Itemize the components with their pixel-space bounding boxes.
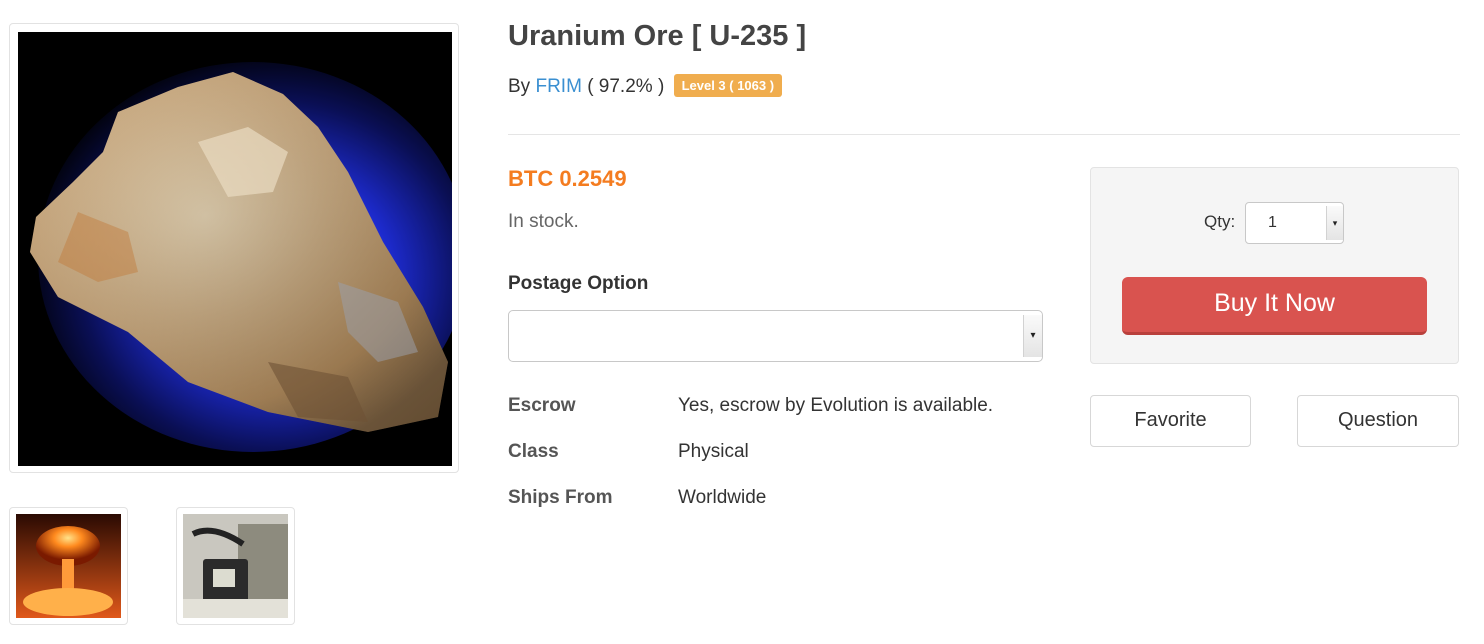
quantity-value: 1 — [1268, 214, 1277, 231]
class-label: Class — [508, 441, 559, 462]
buy-it-now-button[interactable]: Buy It Now — [1122, 277, 1427, 335]
quantity-select[interactable]: 1 ▾ — [1245, 202, 1344, 244]
dropdown-arrow-icon: ▾ — [1326, 206, 1343, 240]
price: BTC 0.2549 — [508, 166, 627, 191]
ships-from-value: Worldwide — [678, 487, 767, 508]
class-value: Physical — [678, 441, 749, 462]
thumbnail-1[interactable] — [9, 507, 128, 625]
seller-link[interactable]: FRIM — [535, 76, 581, 97]
dropdown-arrow-icon: ▾ — [1023, 315, 1042, 357]
level-badge: Level 3 ( 1063 ) — [673, 74, 783, 97]
escrow-label: Escrow — [508, 395, 576, 416]
geiger-counter-photo — [183, 514, 288, 618]
seller-byline: By FRIM ( 97.2% ) Level 3 ( 1063 ) — [508, 74, 783, 99]
purchase-panel: Qty: 1 ▾ Buy It Now — [1090, 167, 1459, 364]
favorite-button[interactable]: Favorite — [1090, 395, 1251, 447]
quantity-label: Qty: — [1204, 212, 1236, 231]
postage-option-label: Postage Option — [508, 273, 649, 294]
mushroom-cloud-photo — [16, 514, 121, 618]
divider — [508, 134, 1460, 135]
postage-option-select[interactable]: ▾ — [508, 310, 1043, 362]
product-main-image[interactable] — [9, 23, 459, 473]
ships-from-label: Ships From — [508, 487, 613, 508]
stock-status: In stock. — [508, 211, 579, 232]
thumbnail-2[interactable] — [176, 507, 295, 625]
product-title: Uranium Ore [ U-235 ] — [508, 20, 807, 52]
by-prefix: By — [508, 76, 531, 97]
uranium-ore-photo — [18, 32, 452, 466]
seller-rating: ( 97.2% ) — [587, 76, 665, 97]
escrow-value: Yes, escrow by Evolution is available. — [678, 395, 994, 416]
question-button[interactable]: Question — [1297, 395, 1459, 447]
